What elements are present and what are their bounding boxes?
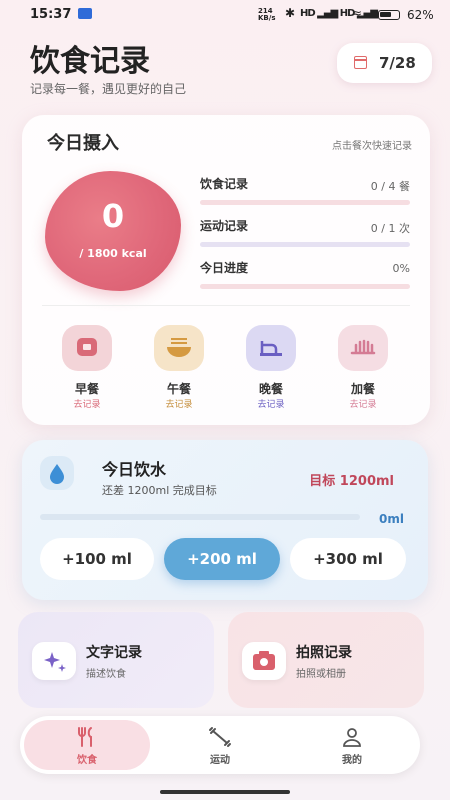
exercise-record-value: 0 / 1 次 [370,222,410,235]
diet-record-value: 0 / 4 餐 [370,180,410,193]
bottom-nav: 饮食 运动 我的 [20,716,420,774]
nav-exercise-label: 运动 [210,755,230,766]
status-time: 15:37 [30,7,72,22]
progress-value: 0% [392,262,410,275]
nav-diet[interactable]: 饮食 [47,726,127,766]
text-record-card[interactable]: 文字记录 描述饮食 [18,612,214,708]
person-icon [343,728,361,747]
noodle-bowl-icon [154,325,204,371]
camera-icon [242,642,286,680]
water-progress-track [40,514,360,520]
network-speed: 214 KB/s [258,8,275,22]
meal-action: 去记录 [73,400,101,410]
page-title: 饮食记录 [30,44,150,79]
calendar-icon [354,56,367,69]
home-indicator[interactable] [160,790,290,794]
bluetooth-icon: ✱ [285,6,296,20]
add-200ml-button[interactable]: +200 ml [164,538,280,580]
calorie-target: / 1800 kcal [79,247,147,260]
meal-name: 午餐 [166,382,191,396]
nav-exercise[interactable]: 运动 [180,726,260,766]
sparkle-icon [32,642,76,680]
add-300ml-button[interactable]: +300 ml [290,538,406,580]
water-title: 今日饮水 [102,460,167,479]
diet-record-label: 饮食记录 [200,177,249,191]
fork-knife-icon [78,727,92,747]
app-notification-icon [78,8,92,19]
intake-title: 今日摄入 [47,133,119,154]
exercise-record-bar [200,242,410,247]
add-100ml-button[interactable]: +100 ml [40,538,154,580]
exercise-record-label: 运动记录 [200,219,249,233]
network-speed-unit: KB/s [258,14,276,22]
progress-bar [200,284,410,289]
date-button[interactable]: 7/28 [337,43,432,83]
intake-card: 今日摄入 点击餐次快速记录 0 / 1800 kcal 饮食记录 0 / 4 餐… [22,115,430,425]
signal-icon: HD ▂▄▆ HD ▂▄▆ [300,8,378,19]
progress-label: 今日进度 [200,261,249,275]
snack-icon [338,325,388,371]
photo-record-desc: 拍照或相册 [296,669,346,680]
text-record-title: 文字记录 [86,645,142,661]
meal-action: 去记录 [349,400,377,410]
calorie-value: 0 [101,197,125,235]
battery-percent: 62% [407,8,434,22]
water-goal: 目标 1200ml [309,474,394,489]
calorie-blob: 0 / 1800 kcal [45,171,181,291]
meal-name: 早餐 [74,382,99,396]
battery-icon [378,10,400,20]
meal-action: 去记录 [165,400,193,410]
nav-profile[interactable]: 我的 [312,726,392,766]
photo-record-title: 拍照记录 [296,645,352,661]
status-bar: 15:37 214 KB/s ✱ HD ▂▄▆ HD ▂▄▆ ≈ 62% [0,0,450,30]
intake-hint: 点击餐次快速记录 [332,141,412,152]
water-current: 0ml [379,512,404,526]
dumbbell-icon [209,727,231,747]
photo-record-card[interactable]: 拍照记录 拍照或相册 [228,612,424,708]
page-subtitle: 记录每一餐，遇见更好的自己 [30,82,187,96]
dinner-plate-icon [246,325,296,371]
text-record-desc: 描述饮食 [86,669,126,680]
meal-name: 加餐 [350,382,375,396]
meal-action: 去记录 [257,400,285,410]
water-drop-icon [40,456,74,490]
date-label: 7/28 [379,54,416,72]
water-subtitle: 还差 1200ml 完成目标 [102,484,217,497]
divider [42,305,410,306]
water-card: 今日饮水 还差 1200ml 完成目标 目标 1200ml 0ml +100 m… [22,440,428,600]
nav-diet-label: 饮食 [77,755,97,766]
wifi-icon: ≈ [352,6,363,20]
nav-profile-label: 我的 [342,755,362,766]
diet-record-bar [200,200,410,205]
toast-icon [62,325,112,371]
meal-name: 晚餐 [258,382,283,396]
